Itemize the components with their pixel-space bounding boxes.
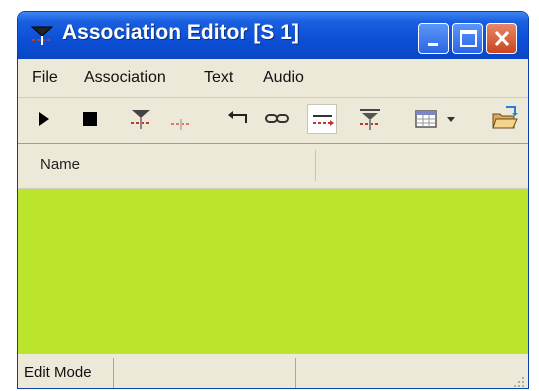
maximize-icon (460, 30, 477, 47)
app-icon (29, 22, 55, 48)
list-header: Name (18, 144, 528, 189)
minimize-icon (428, 43, 438, 46)
association-list[interactable]: Name (18, 143, 528, 354)
play-icon (39, 112, 49, 126)
window-title: Association Editor [S 1] (62, 21, 299, 44)
undo-button[interactable] (224, 104, 254, 134)
open-folder-icon (492, 106, 518, 129)
menu-bar: File Association Text Audio (18, 59, 528, 98)
menu-file[interactable]: File (32, 69, 58, 87)
maximize-button[interactable] (452, 23, 483, 54)
play-button[interactable] (28, 104, 58, 134)
menu-text[interactable]: Text (204, 69, 233, 87)
status-bar: Edit Mode (18, 353, 528, 388)
grid-button[interactable] (411, 104, 441, 134)
status-mode: Edit Mode (24, 364, 92, 381)
minimize-button[interactable] (418, 23, 449, 54)
title-bar[interactable]: Association Editor [S 1] (18, 12, 528, 59)
merge-association-icon (360, 109, 380, 130)
menu-audio[interactable]: Audio (263, 69, 304, 87)
grid-icon (415, 110, 437, 128)
merge-association-button[interactable] (355, 104, 385, 134)
close-icon (494, 30, 510, 47)
stop-button[interactable] (74, 104, 104, 134)
status-separator (295, 358, 296, 388)
split-association-button[interactable] (166, 104, 196, 134)
association-button[interactable] (126, 104, 156, 134)
menu-association[interactable]: Association (84, 69, 166, 87)
link-button[interactable] (262, 104, 292, 134)
stop-icon (83, 112, 97, 126)
edit-mode-button[interactable] (307, 104, 337, 134)
association-icon (131, 110, 151, 129)
open-folder-button[interactable] (489, 104, 519, 134)
link-icon (265, 114, 289, 123)
grid-dropdown-button[interactable] (443, 104, 459, 134)
dropdown-arrow-icon (447, 117, 455, 122)
column-header-name[interactable]: Name (40, 156, 80, 173)
column-separator[interactable] (315, 150, 316, 181)
split-association-icon (171, 119, 191, 130)
status-separator (113, 358, 114, 388)
resize-grip-icon[interactable] (513, 376, 525, 388)
toolbar (18, 98, 528, 140)
association-editor-window: Association Editor [S 1] File Associatio… (17, 11, 529, 389)
close-button[interactable] (486, 23, 517, 54)
edit-mode-icon (313, 115, 334, 126)
undo-icon (228, 111, 247, 123)
